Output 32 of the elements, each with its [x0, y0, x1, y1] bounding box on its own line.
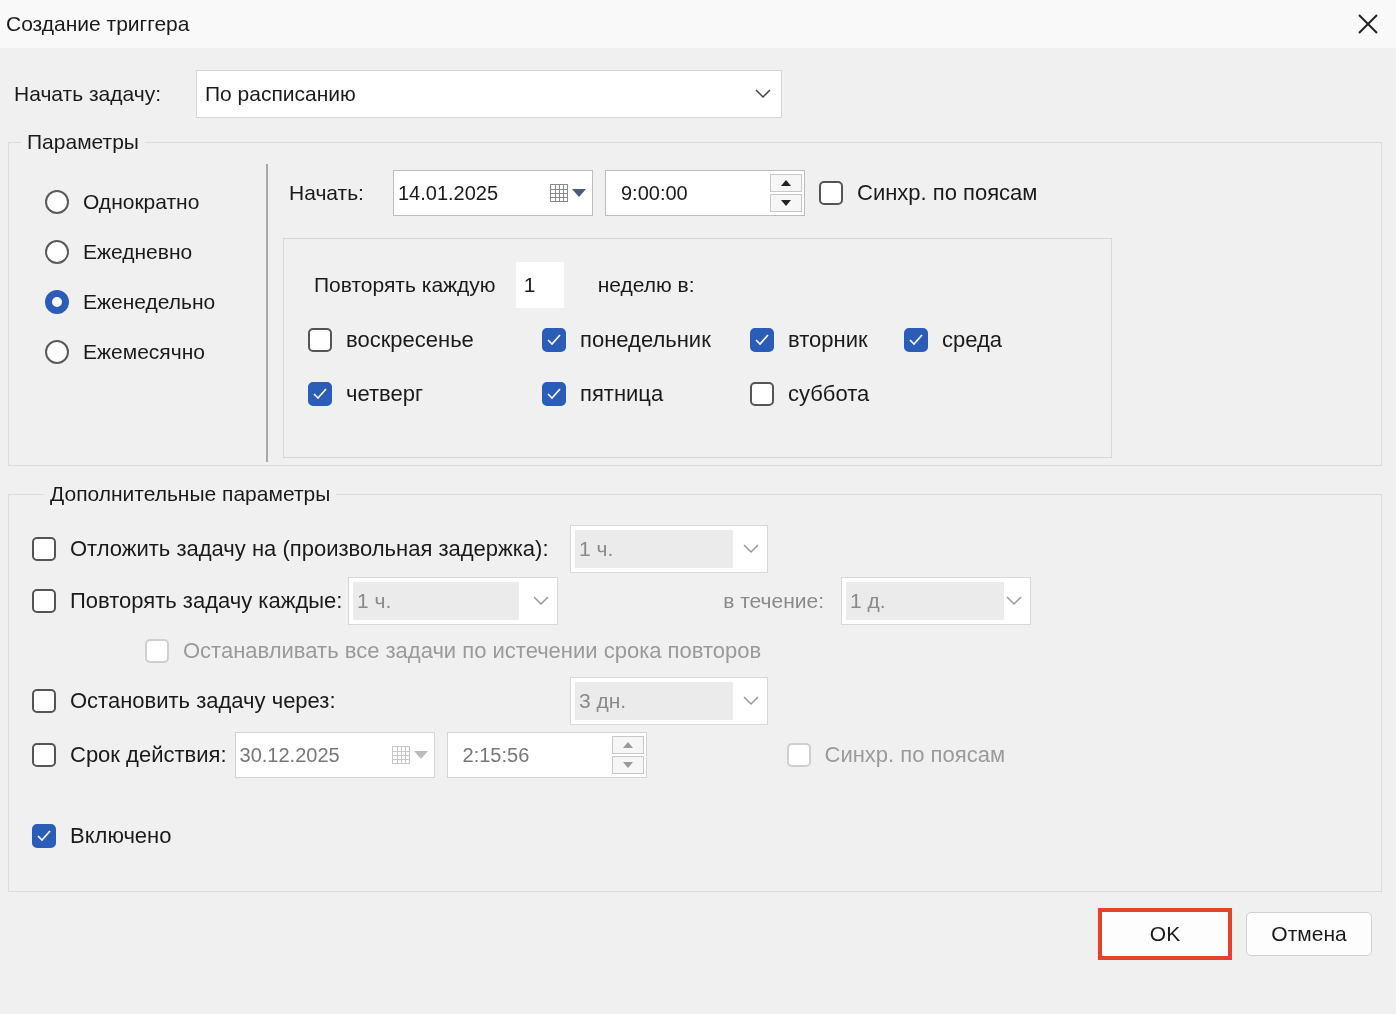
radio-label: Однократно [83, 190, 200, 214]
checkbox-label: понедельник [580, 327, 711, 353]
field-label: Повторять каждую [314, 273, 496, 297]
date-field[interactable]: 14.01.2025 [393, 170, 593, 216]
checkbox-label: Останавливать все задачи по истечении срока повторов [183, 638, 762, 664]
group-title: Дополнительные параметры [49, 482, 332, 506]
dialog-button[interactable]: Отмена [1246, 912, 1372, 956]
checkbox-label: четверг [346, 381, 423, 407]
checkbox-label: Срок действия: [70, 742, 227, 768]
field-label: в течение: [722, 589, 824, 613]
checkbox-label: среда [942, 327, 1003, 353]
radio-label: Еженедельно [83, 290, 216, 314]
checkbox-label: Отложить задачу на (произвольная задержка): [70, 536, 549, 562]
group-title: Параметры [26, 130, 140, 154]
field-label: Начать: [289, 181, 365, 205]
field-label: Начать задачу: [14, 82, 162, 106]
field-label: неделю в: [597, 273, 695, 297]
checkbox-label: Включено [70, 823, 172, 849]
time-field[interactable]: 9:00:00 [605, 170, 805, 216]
checkbox-label: суббота [788, 381, 870, 407]
radio-label: Ежемесячно [83, 340, 205, 364]
checkbox-label: Синхр. по поясам [824, 742, 1005, 768]
checkbox-label: вторник [788, 327, 868, 353]
checkbox-label: воскресенье [346, 327, 474, 353]
checkbox-label: Остановить задачу через: [70, 688, 336, 714]
checkbox-label: пятница [580, 381, 664, 407]
number-field[interactable]: 1 [515, 262, 564, 308]
window-title: Создание триггера [6, 12, 190, 36]
radio-label: Ежедневно [83, 240, 193, 264]
checkbox-label: Синхр. по поясам [857, 180, 1038, 206]
checkbox-label: Повторять задачу каждые: [70, 588, 343, 614]
dropdown[interactable]: По расписанию [196, 70, 782, 118]
